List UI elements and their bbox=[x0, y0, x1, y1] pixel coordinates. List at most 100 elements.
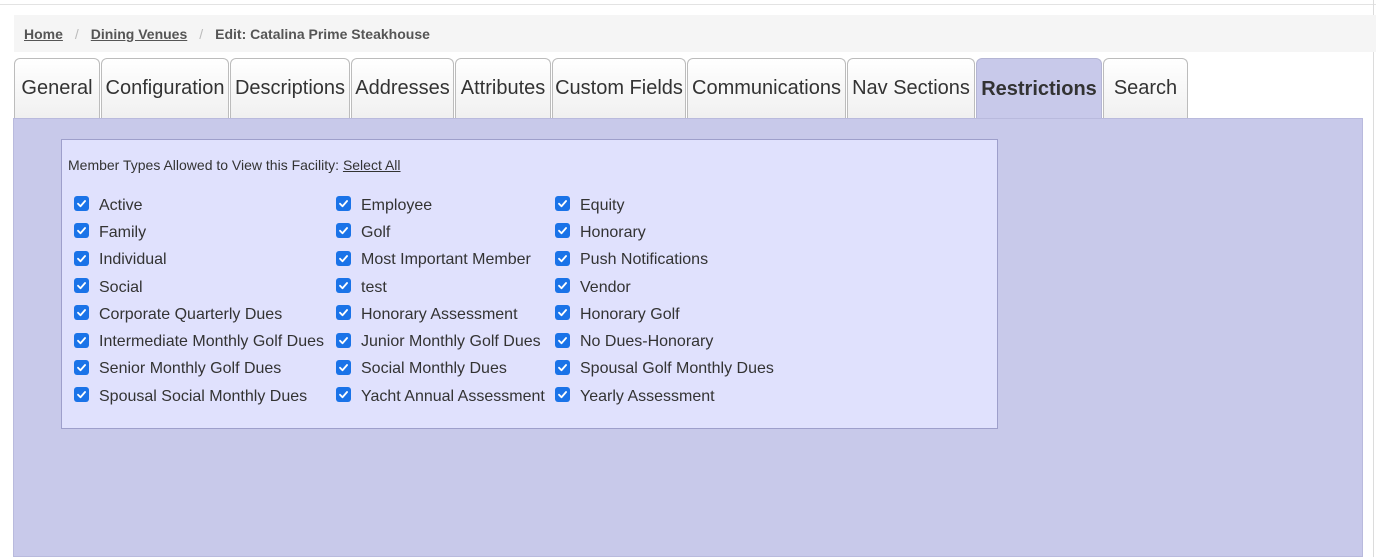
member-type-checkbox[interactable] bbox=[555, 223, 570, 239]
select-all-link[interactable]: Select All bbox=[343, 157, 401, 173]
member-type-checkbox[interactable] bbox=[336, 387, 351, 403]
member-type-checkbox[interactable] bbox=[74, 278, 89, 294]
member-type-item: Intermediate Monthly Golf Dues bbox=[74, 331, 336, 352]
member-type-checkbox[interactable] bbox=[555, 332, 570, 348]
member-type-label: Corporate Quarterly Dues bbox=[99, 305, 283, 323]
member-type-checkbox[interactable] bbox=[74, 359, 89, 375]
breadcrumb-home-link[interactable]: Home bbox=[24, 26, 63, 42]
member-type-checkbox[interactable] bbox=[336, 223, 351, 239]
breadcrumb-separator: / bbox=[199, 25, 204, 42]
member-type-checkbox[interactable] bbox=[74, 250, 89, 266]
member-type-item: Honorary Assessment bbox=[336, 304, 555, 325]
member-type-label: Push Notifications bbox=[580, 251, 709, 269]
member-type-item: Yearly Assessment bbox=[555, 386, 795, 407]
member-type-item: Social bbox=[74, 277, 336, 298]
member-type-item: Push Notifications bbox=[555, 250, 795, 271]
member-type-label: Social bbox=[99, 278, 143, 296]
member-type-item: Honorary bbox=[555, 222, 795, 243]
member-type-checkbox[interactable] bbox=[74, 196, 89, 212]
member-type-item: Vendor bbox=[555, 277, 795, 298]
check-icon bbox=[558, 309, 567, 317]
member-type-label: No Dues-Honorary bbox=[580, 333, 714, 351]
member-type-item: Honorary Golf bbox=[555, 304, 795, 325]
member-type-label: Family bbox=[99, 223, 147, 241]
member-type-label: Spousal Golf Monthly Dues bbox=[580, 360, 774, 378]
member-type-checkbox[interactable] bbox=[555, 196, 570, 212]
member-type-checkbox[interactable] bbox=[336, 278, 351, 294]
member-type-item: Employee bbox=[336, 195, 555, 216]
check-icon bbox=[77, 282, 86, 290]
tab-restrictions[interactable]: Restrictions bbox=[976, 58, 1102, 119]
member-type-item: Active bbox=[74, 195, 336, 216]
tab-attributes[interactable]: Attributes bbox=[455, 58, 551, 118]
member-type-checkbox[interactable] bbox=[555, 387, 570, 403]
check-icon bbox=[558, 254, 567, 262]
member-type-checkbox[interactable] bbox=[336, 196, 351, 212]
member-types-fieldset: Member Types Allowed to View this Facili… bbox=[61, 139, 998, 429]
tab-configuration[interactable]: Configuration bbox=[101, 58, 229, 118]
check-icon bbox=[339, 282, 348, 290]
member-type-label: Individual bbox=[99, 251, 167, 269]
member-type-checkbox[interactable] bbox=[336, 250, 351, 266]
tab-addresses[interactable]: Addresses bbox=[351, 58, 454, 118]
member-type-item: Most Important Member bbox=[336, 250, 555, 271]
member-type-label: Employee bbox=[361, 196, 433, 214]
member-type-label: Junior Monthly Golf Dues bbox=[361, 333, 541, 351]
member-type-checkbox[interactable] bbox=[74, 305, 89, 321]
tab-descriptions[interactable]: Descriptions bbox=[230, 58, 350, 118]
top-divider bbox=[0, 4, 1376, 5]
member-type-label: Vendor bbox=[580, 278, 631, 296]
tab-communications[interactable]: Communications bbox=[687, 58, 846, 118]
member-type-label: Yacht Annual Assessment bbox=[361, 387, 545, 405]
breadcrumb-dining-venues-link[interactable]: Dining Venues bbox=[91, 26, 187, 42]
member-type-item: Social Monthly Dues bbox=[336, 359, 555, 380]
member-type-item: Spousal Golf Monthly Dues bbox=[555, 359, 795, 380]
member-types-heading-text: Member Types Allowed to View this Facili… bbox=[68, 157, 340, 173]
member-type-item: Equity bbox=[555, 195, 795, 216]
member-type-item: Individual bbox=[74, 250, 336, 271]
member-type-checkbox[interactable] bbox=[555, 359, 570, 375]
member-type-checkbox[interactable] bbox=[336, 332, 351, 348]
member-type-label: Most Important Member bbox=[361, 251, 531, 269]
check-icon bbox=[558, 391, 567, 399]
check-icon bbox=[339, 391, 348, 399]
check-icon bbox=[77, 391, 86, 399]
member-type-label: test bbox=[361, 278, 387, 296]
member-type-item: Spousal Social Monthly Dues bbox=[74, 386, 336, 407]
check-icon bbox=[339, 254, 348, 262]
member-type-checkbox[interactable] bbox=[555, 278, 570, 294]
tab-custom-fields[interactable]: Custom Fields bbox=[552, 58, 686, 118]
check-icon bbox=[558, 282, 567, 290]
member-type-checkbox[interactable] bbox=[555, 305, 570, 321]
member-type-item: Corporate Quarterly Dues bbox=[74, 304, 336, 325]
breadcrumb: Home / Dining Venues / Edit: Catalina Pr… bbox=[14, 15, 1376, 52]
check-icon bbox=[77, 364, 86, 372]
check-icon bbox=[558, 227, 567, 235]
member-type-item: Family bbox=[74, 222, 336, 243]
member-type-label: Golf bbox=[361, 223, 391, 241]
member-type-label: Honorary Assessment bbox=[361, 305, 518, 323]
check-icon bbox=[558, 364, 567, 372]
tab-nav-sections[interactable]: Nav Sections bbox=[847, 58, 975, 118]
tab-general[interactable]: General bbox=[14, 58, 100, 118]
member-types-grid: Active Employee Equity Family Golf Honorary In… bbox=[74, 195, 795, 407]
check-icon bbox=[558, 200, 567, 208]
member-type-label: Senior Monthly Golf Dues bbox=[99, 360, 282, 378]
member-type-checkbox[interactable] bbox=[555, 250, 570, 266]
member-type-checkbox[interactable] bbox=[336, 359, 351, 375]
check-icon bbox=[339, 336, 348, 344]
member-type-checkbox[interactable] bbox=[74, 332, 89, 348]
check-icon bbox=[339, 364, 348, 372]
member-types-heading: Member Types Allowed to View this Facili… bbox=[68, 157, 401, 173]
member-type-label: Active bbox=[99, 196, 143, 214]
member-type-checkbox[interactable] bbox=[74, 223, 89, 239]
member-type-label: Equity bbox=[580, 196, 625, 214]
member-type-label: Yearly Assessment bbox=[580, 387, 715, 405]
tab-search[interactable]: Search bbox=[1103, 58, 1188, 118]
member-type-item: test bbox=[336, 277, 555, 298]
check-icon bbox=[339, 309, 348, 317]
member-type-checkbox[interactable] bbox=[74, 387, 89, 403]
restrictions-panel: Member Types Allowed to View this Facili… bbox=[13, 118, 1363, 557]
check-icon bbox=[77, 227, 86, 235]
member-type-checkbox[interactable] bbox=[336, 305, 351, 321]
